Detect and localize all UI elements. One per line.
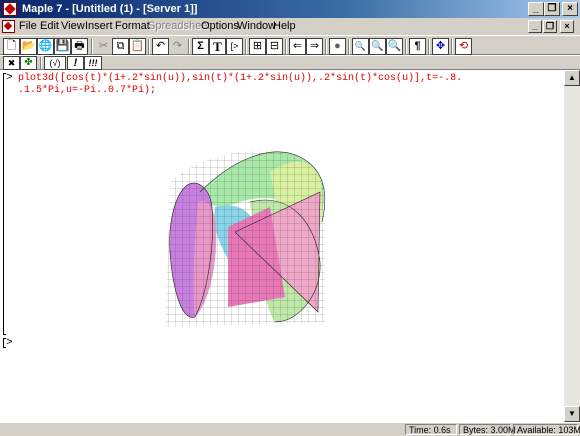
input-prompt: > xyxy=(6,72,13,84)
stop-icon[interactable]: ● xyxy=(329,38,346,55)
toolbar-separator xyxy=(245,39,247,54)
zoom-100-icon[interactable]: 🔍 xyxy=(352,38,369,55)
menu-help[interactable]: Help xyxy=(273,20,296,33)
input-command-line-1[interactable]: plot3d([cos(t)*(1+.2*sin(u)),sin(t)*(1+.… xyxy=(18,73,462,85)
restore-button[interactable]: ❐ xyxy=(544,2,560,16)
forward-icon[interactable]: ⇒ xyxy=(306,38,323,55)
restart-icon[interactable]: ⟲ xyxy=(455,38,472,55)
menu-insert[interactable]: Insert xyxy=(85,20,113,33)
zoom-200-icon[interactable]: 🔍 xyxy=(386,38,403,55)
context-toolbar: ✖ ✤ (√) ! !!! xyxy=(0,55,580,70)
menu-options[interactable]: Options xyxy=(201,20,239,33)
status-bar: Time: 0.6s Bytes: 3.00M Available: 103M xyxy=(0,422,580,435)
toolbar-separator xyxy=(188,39,190,54)
toolbar-separator xyxy=(325,39,327,54)
toolbar-separator xyxy=(40,57,42,69)
toolbar-separator xyxy=(428,39,430,54)
main-toolbar: 🗋 📂 🌐 💾 🖶 ✂ ⧉ 📋 ↶ ↷ Σ T [> ⊞ ⊟ ⇐ ⇒ ● 🔍 🔍… xyxy=(0,35,580,55)
document-icon[interactable] xyxy=(2,20,15,33)
close-button[interactable]: × xyxy=(562,2,578,16)
status-time: Time: 0.6s xyxy=(405,424,457,435)
ungroup-icon[interactable]: ⊟ xyxy=(266,38,283,55)
debug-icon[interactable]: ✤ xyxy=(20,56,37,70)
menu-format[interactable]: Format xyxy=(115,20,150,33)
text-icon[interactable]: T xyxy=(209,38,226,55)
prompt-icon[interactable]: [> xyxy=(226,38,243,55)
expand-icon[interactable]: ✥ xyxy=(432,38,449,55)
open-url-icon[interactable]: 🌐 xyxy=(37,38,54,55)
toolbar-separator xyxy=(148,39,150,54)
execute-all-icon[interactable]: !!! xyxy=(84,56,102,70)
undo-icon[interactable]: ↶ xyxy=(152,38,169,55)
input-command-line-2[interactable]: .1.5*Pi,u=-Pi..0.7*Pi); xyxy=(18,85,156,97)
group-icon[interactable]: ⊞ xyxy=(249,38,266,55)
menu-view[interactable]: View xyxy=(61,20,85,33)
status-available: Available: 103M xyxy=(513,424,580,435)
empty-prompt[interactable]: > xyxy=(6,337,13,349)
scroll-down-button[interactable]: ▼ xyxy=(564,406,580,422)
worksheet[interactable]: > plot3d([cos(t)*(1+.2*sin(u)),sin(t)*(1… xyxy=(0,70,564,422)
pilcrow-icon[interactable]: ¶ xyxy=(409,38,426,55)
menu-file[interactable]: File xyxy=(19,20,37,33)
doc-restore-button[interactable]: ❐ xyxy=(543,20,557,33)
doc-minimize-button[interactable]: _ xyxy=(528,20,542,33)
sqrt-icon[interactable]: (√) xyxy=(44,56,66,70)
toolbar-separator xyxy=(285,39,287,54)
menu-edit[interactable]: Edit xyxy=(40,20,59,33)
back-icon[interactable]: ⇐ xyxy=(289,38,306,55)
status-bytes: Bytes: 3.00M xyxy=(459,424,516,435)
minimize-button[interactable]: _ xyxy=(528,2,544,16)
window-title: Maple 7 - [Untitled (1) - [Server 1]] xyxy=(22,3,198,15)
redo-icon[interactable]: ↷ xyxy=(169,38,186,55)
menu-window[interactable]: Window xyxy=(237,20,276,33)
menu-bar: File Edit View Insert Format Spreadsheet… xyxy=(0,18,580,35)
paste-icon[interactable]: 📋 xyxy=(129,38,146,55)
toolbar-separator xyxy=(405,39,407,54)
scroll-up-button[interactable]: ▲ xyxy=(564,70,580,86)
execute-icon[interactable]: ! xyxy=(67,56,84,70)
open-icon[interactable]: 📂 xyxy=(20,38,37,55)
toolbar-separator xyxy=(91,39,93,54)
interrupt-icon[interactable]: ✖ xyxy=(3,56,20,70)
doc-close-button[interactable]: × xyxy=(560,20,574,33)
save-icon[interactable]: 💾 xyxy=(54,38,71,55)
print-icon[interactable]: 🖶 xyxy=(71,38,88,55)
new-icon[interactable]: 🗋 xyxy=(3,38,20,55)
plot3d-output[interactable] xyxy=(0,132,564,332)
vertical-scrollbar[interactable]: ▲ ▼ xyxy=(564,70,580,422)
maple-app-icon[interactable] xyxy=(3,2,17,16)
copy-icon[interactable]: ⧉ xyxy=(112,38,129,55)
cut-icon[interactable]: ✂ xyxy=(95,38,112,55)
sum-icon[interactable]: Σ xyxy=(192,38,209,55)
zoom-150-icon[interactable]: 🔍 xyxy=(369,38,386,55)
toolbar-separator xyxy=(451,39,453,54)
toolbar-separator xyxy=(348,39,350,54)
title-bar: Maple 7 - [Untitled (1) - [Server 1]] _ … xyxy=(0,0,580,18)
